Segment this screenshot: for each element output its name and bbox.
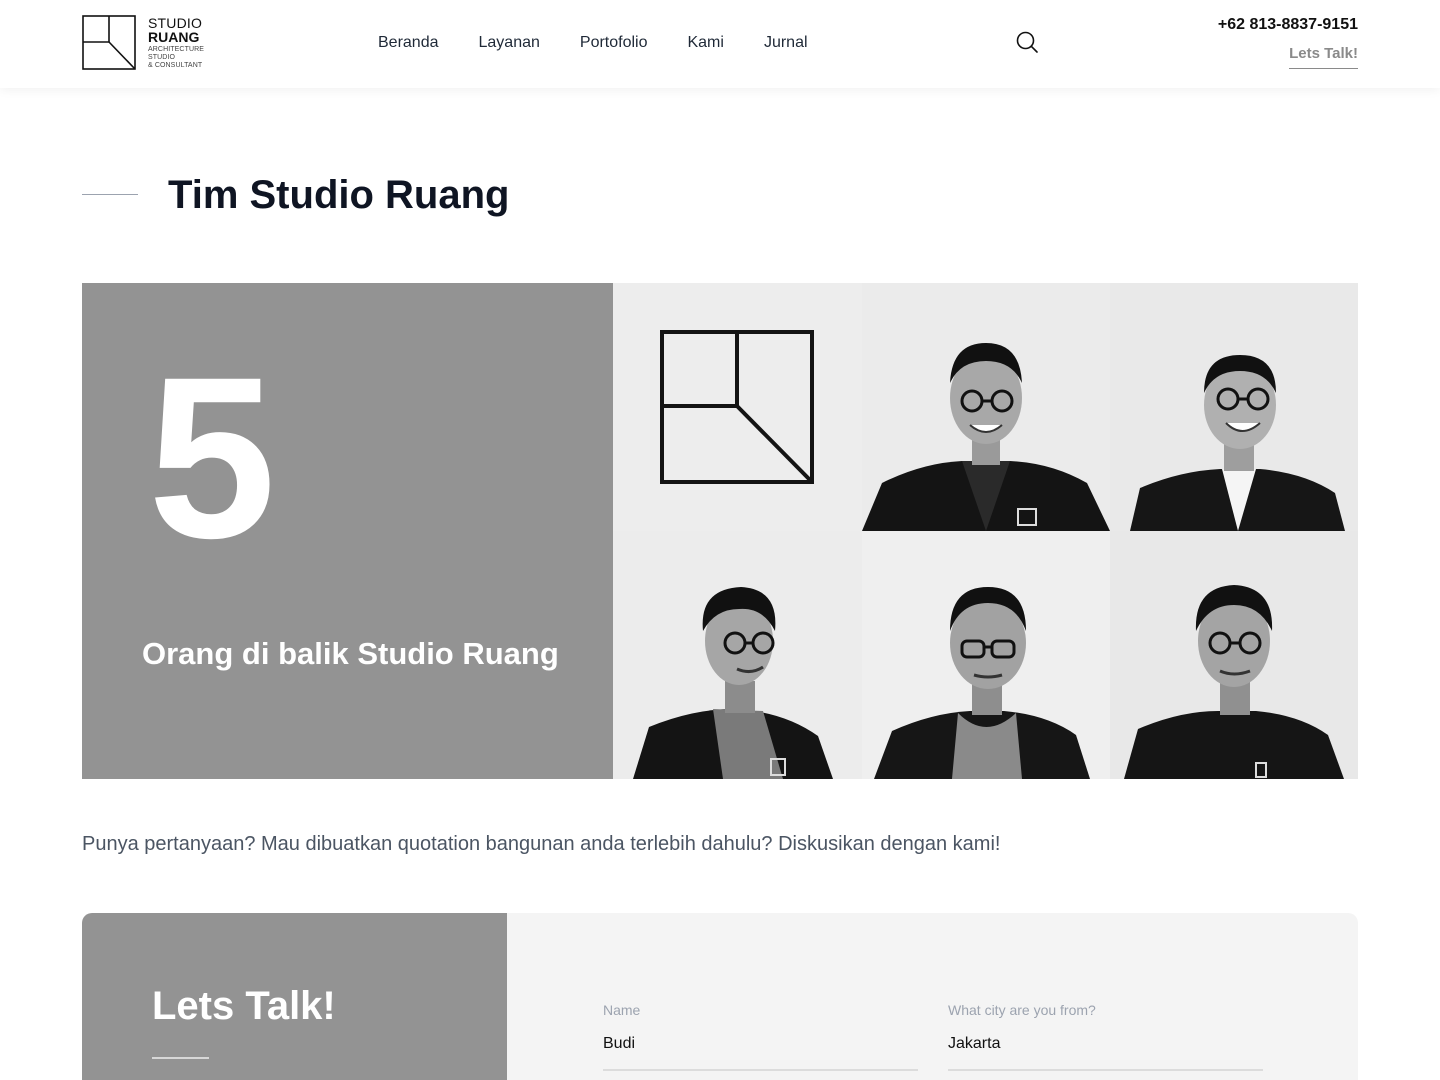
person-portrait-icon — [862, 531, 1110, 779]
nav-item-jurnal[interactable]: Jurnal — [764, 34, 808, 52]
nav-item-beranda[interactable]: Beranda — [378, 34, 439, 52]
logo-tagline-2: STUDIO — [148, 54, 176, 61]
nav-item-portofolio[interactable]: Portofolio — [580, 34, 648, 52]
name-input[interactable] — [603, 1018, 918, 1071]
site-header: STUDIO RUANG ARCHITECTURE STUDIO & CONSU… — [0, 0, 1440, 88]
logo-tagline-1: ARCHITECTURE — [148, 46, 205, 53]
main-nav: Beranda Layanan Portofolio Kami Jurnal — [378, 34, 848, 52]
contact-form: Name What city are you from? — [507, 913, 1358, 1080]
city-label: What city are you from? — [948, 1002, 1096, 1018]
nav-item-layanan[interactable]: Layanan — [479, 34, 540, 52]
studio-ruang-logo[interactable]: STUDIO RUANG ARCHITECTURE STUDIO & CONSU… — [82, 15, 212, 71]
logo-studio-text: STUDIO — [148, 15, 203, 31]
logo-tile — [613, 283, 862, 531]
person-portrait-icon — [1110, 283, 1358, 531]
logo-tagline-3: & CONSULTANT — [148, 62, 203, 69]
logo-mark-icon — [660, 330, 814, 484]
person-portrait-icon — [1110, 531, 1358, 779]
team-count: 5 — [148, 329, 276, 586]
logo-mark-icon — [82, 15, 136, 70]
contact-title: Lets Talk! — [152, 984, 336, 1028]
team-section: 5 Orang di balik Studio Ruang — [82, 283, 1358, 779]
member-photo — [1110, 283, 1358, 531]
lets-talk-link[interactable]: Lets Talk! — [1289, 45, 1358, 69]
member-photo — [1110, 531, 1358, 779]
city-input[interactable] — [948, 1018, 1263, 1071]
team-count-panel: 5 Orang di balik Studio Ruang — [82, 283, 613, 779]
member-photo — [862, 531, 1110, 779]
person-portrait-icon — [862, 283, 1110, 531]
phone-number[interactable]: +62 813-8837-9151 — [1218, 16, 1358, 34]
name-field: Name — [603, 1002, 918, 1071]
logo-wordmark: STUDIO RUANG ARCHITECTURE STUDIO & CONSU… — [148, 16, 204, 70]
contact-prompt: Punya pertanyaan? Mau dibuatkan quotatio… — [82, 833, 1001, 855]
member-photo — [613, 531, 862, 779]
contact-title-panel: Lets Talk! — [82, 913, 507, 1080]
title-divider — [82, 194, 138, 195]
name-label: Name — [603, 1002, 641, 1018]
page-title: Tim Studio Ruang — [168, 173, 510, 217]
search-icon[interactable] — [1015, 30, 1039, 54]
contact-section: Lets Talk! Name What city are you from? — [82, 913, 1358, 1080]
contact-divider — [152, 1057, 209, 1059]
city-field: What city are you from? — [948, 1002, 1263, 1071]
person-portrait-icon — [613, 531, 862, 779]
team-caption: Orang di balik Studio Ruang — [142, 636, 559, 671]
member-photo — [862, 283, 1110, 531]
nav-item-kami[interactable]: Kami — [687, 34, 723, 52]
logo-ruang-text: RUANG — [148, 29, 200, 45]
